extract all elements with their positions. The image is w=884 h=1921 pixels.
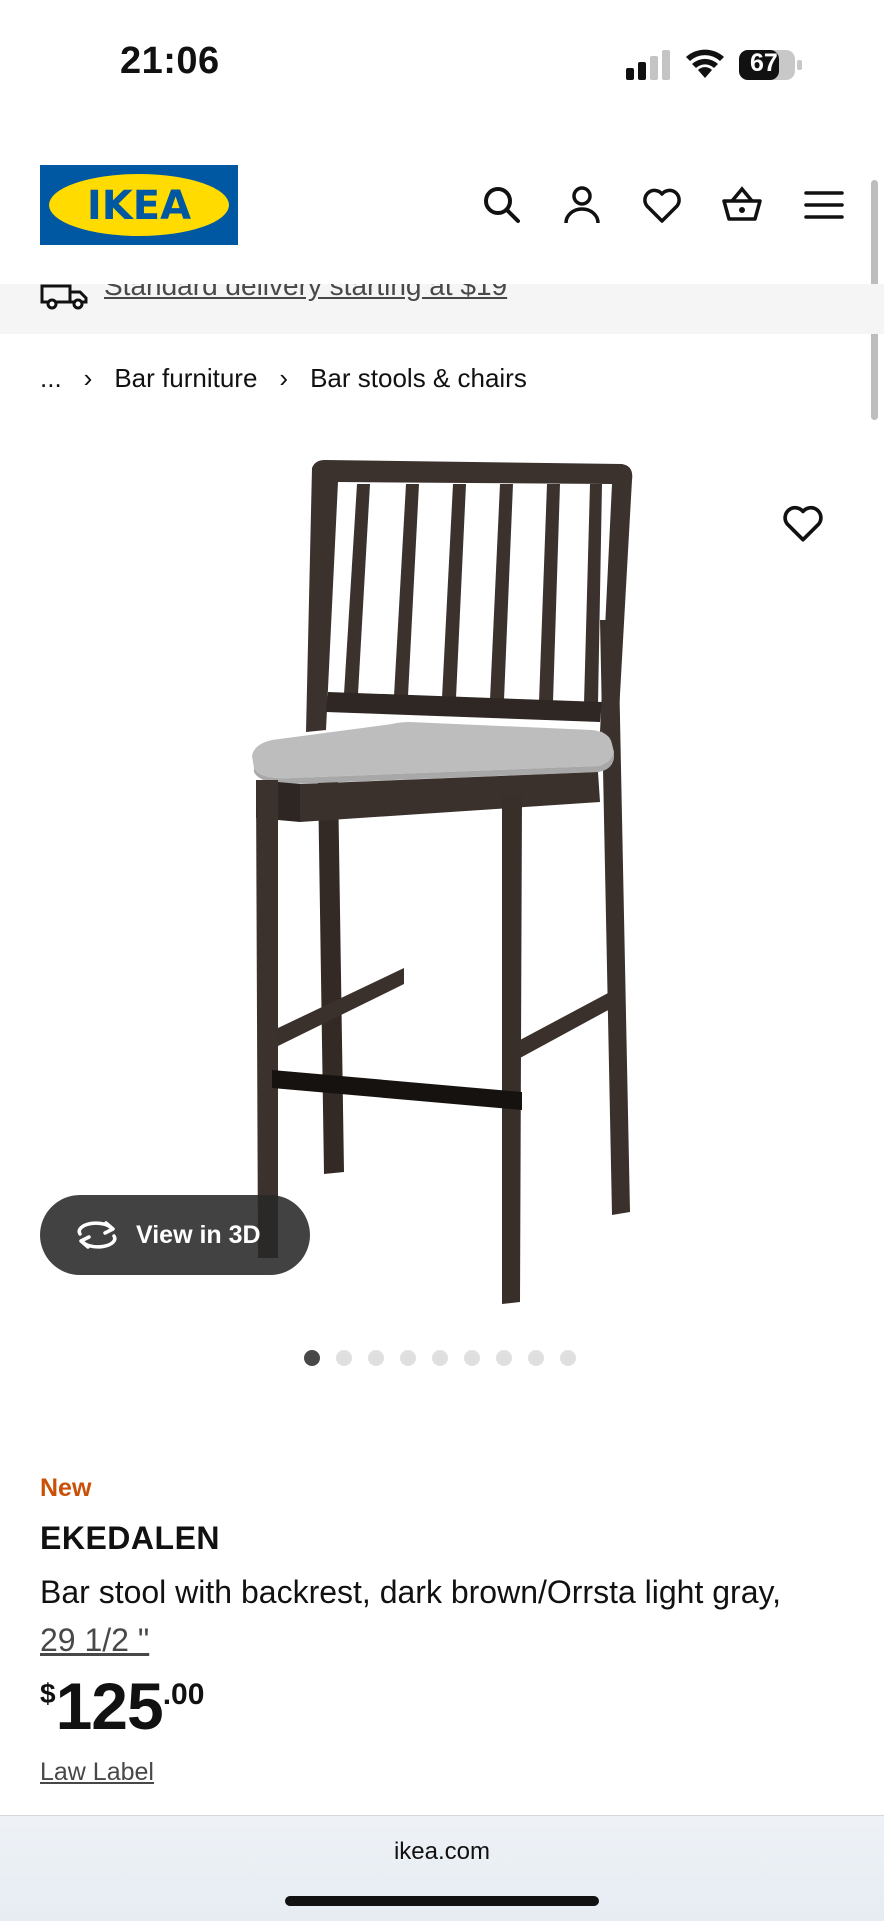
- battery-indicator: 67: [738, 48, 804, 82]
- breadcrumb-bar-stools[interactable]: Bar stools & chairs: [310, 363, 527, 394]
- breadcrumb-bar-furniture[interactable]: Bar furniture: [114, 363, 257, 394]
- delivery-link[interactable]: Standard delivery starting at $19: [104, 284, 507, 302]
- site-header: IKEA: [0, 150, 884, 280]
- product-description-text: Bar stool with backrest, dark brown/Orrs…: [40, 1574, 782, 1610]
- rotate-3d-icon: [77, 1221, 117, 1249]
- heart-icon[interactable]: [640, 183, 684, 227]
- product-price: $ 125 .00: [40, 1670, 204, 1742]
- search-icon[interactable]: [480, 183, 524, 227]
- chevron-right-icon: ›: [83, 362, 93, 393]
- menu-icon[interactable]: [802, 183, 846, 227]
- product-image[interactable]: [220, 450, 660, 1320]
- price-currency: $: [40, 1678, 56, 1709]
- wifi-icon: [686, 49, 724, 78]
- delivery-banner[interactable]: Standard delivery starting at $19: [0, 284, 884, 334]
- view-in-3d-label: View in 3D: [136, 1220, 261, 1249]
- breadcrumb-ellipsis[interactable]: ...: [40, 363, 62, 394]
- carousel-dot[interactable]: [336, 1350, 352, 1366]
- basket-icon[interactable]: [720, 183, 764, 227]
- carousel-dot[interactable]: [368, 1350, 384, 1366]
- carousel-dot[interactable]: [528, 1350, 544, 1366]
- carousel-dot[interactable]: [400, 1350, 416, 1366]
- logo-text: IKEA: [87, 183, 191, 229]
- new-badge: New: [40, 1474, 92, 1502]
- carousel-dot[interactable]: [432, 1350, 448, 1366]
- ikea-logo[interactable]: IKEA: [40, 165, 238, 245]
- add-to-favorites-heart-icon[interactable]: [780, 500, 826, 546]
- product-name: EKEDALEN: [40, 1520, 221, 1556]
- user-icon[interactable]: [560, 183, 604, 227]
- product-measurement-link[interactable]: 29 1/2 ": [40, 1622, 149, 1658]
- price-integer: 125: [55, 1669, 164, 1743]
- browser-url[interactable]: ikea.com: [0, 1838, 884, 1866]
- cellular-signal-icon: [626, 50, 670, 80]
- chevron-right-icon: ›: [279, 362, 289, 393]
- carousel-dot[interactable]: [304, 1350, 320, 1366]
- status-bar: 21:06 67: [0, 0, 884, 130]
- breadcrumb: ... › Bar furniture › Bar stools & chair…: [40, 358, 527, 398]
- battery-level: 67: [750, 49, 778, 77]
- carousel-dot[interactable]: [464, 1350, 480, 1366]
- view-in-3d-button[interactable]: View in 3D: [40, 1195, 310, 1275]
- price-decimal: .00: [162, 1678, 205, 1711]
- carousel-dot[interactable]: [560, 1350, 576, 1366]
- carousel-dot[interactable]: [496, 1350, 512, 1366]
- browser-address-bar[interactable]: ikea.com: [0, 1815, 884, 1921]
- truck-icon: [40, 284, 88, 310]
- status-time: 21:06: [120, 40, 220, 82]
- law-label-link[interactable]: Law Label: [40, 1758, 154, 1787]
- image-carousel-dots: [304, 1350, 592, 1370]
- home-indicator[interactable]: [285, 1896, 599, 1906]
- product-description: Bar stool with backrest, dark brown/Orrs…: [40, 1568, 860, 1664]
